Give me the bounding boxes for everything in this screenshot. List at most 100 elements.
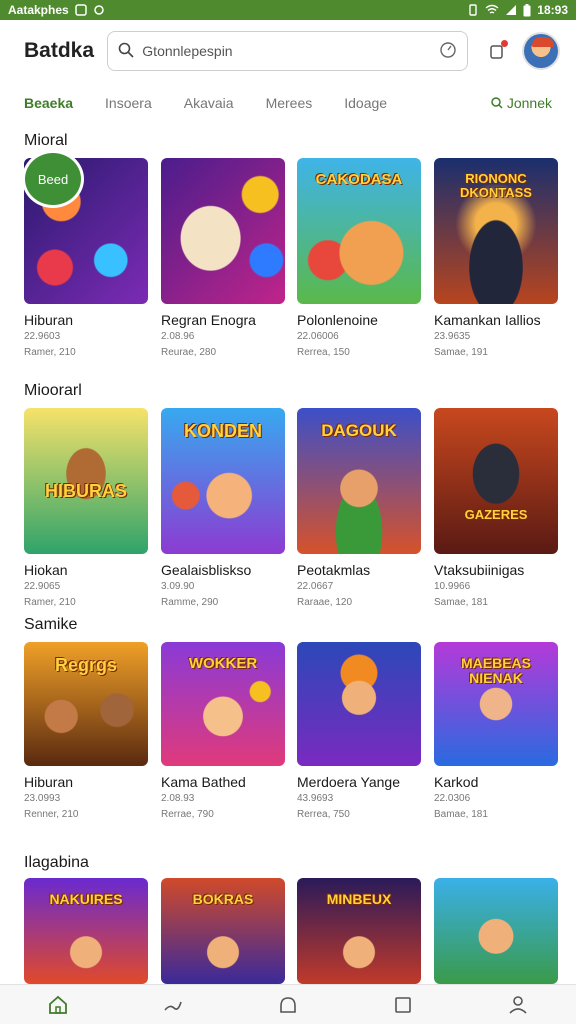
card-title: Vtaksubiinigas [434,562,525,578]
card-title: Hiburan [24,312,74,328]
card-meta: 22.06006 [297,331,339,342]
game-thumbnail: WOKKER [161,642,285,766]
tab-1[interactable]: Insoera [105,95,152,111]
thumbnail-art-text: BOKRAS [192,891,254,907]
game-thumbnail: RIONONC DKONTASS [434,158,558,304]
tab-0[interactable]: Beaeka [24,95,73,111]
category-tabs: Beaeka Insoera Akavaia Merees Idoage Jon… [0,86,576,120]
game-card[interactable]: Regrgs Hiburan 23.0993 Renner, 210 [24,642,148,820]
game-card[interactable]: WOKKER Kama Bathed 2.08.93 Rerrae, 790 [161,642,285,820]
thumbnail-art-text: DAGOUK [321,421,397,440]
game-card[interactable]: MINBEUX [297,878,421,984]
bottom-nav [0,984,576,1024]
game-thumbnail [434,878,558,984]
nav-profile[interactable] [498,985,538,1024]
status-app-text: Aatakphes [8,3,69,17]
card-meta: 10.9966 [434,581,471,592]
avatar[interactable] [522,32,560,70]
card-meta: 2.08.93 [161,793,195,804]
header: Batdka Gtonnlepespin [0,20,576,82]
more-link[interactable]: Jonnek [491,95,552,111]
card-title: Peotakmlas [297,562,371,578]
thumbnail-art-text: MAEBEAS NIENAK [460,655,531,686]
notification-dot [501,40,509,47]
game-thumbnail: Regrgs [24,642,148,766]
search-bar[interactable]: Gtonnlepespin [107,31,469,71]
app-title: Batdka [24,39,95,62]
card-title: Merdoera Yange [297,774,400,790]
game-card[interactable]: GAZERES Vtaksubiinigas 10.9966 Samae, 18… [434,408,558,608]
card-title: Hiokan [24,562,68,578]
thumbnail-art-text: Regrgs [54,655,117,675]
game-card[interactable]: CAKODASA Polonlenoine 22.06006 Rerrea, 1… [297,158,421,358]
game-thumbnail: DAGOUK [297,408,421,554]
notification-icon [74,4,87,16]
wifi-icon [485,4,499,16]
card-meta: 22.0306 [434,793,471,804]
voice-search-icon[interactable] [439,41,457,62]
thumbnail-art-text: GAZERES [464,507,528,522]
tab-3[interactable]: Merees [266,95,313,111]
thumbnail-art-text: RIONONC DKONTASS [460,171,532,200]
search-small-icon [491,97,503,109]
profile-icon [509,995,527,1014]
card-title: Regran Enogra [161,312,256,328]
card-title: Karkod [434,774,479,790]
game-card[interactable]: RIONONC DKONTASS Kamankan Iallios 23.963… [434,158,558,358]
game-card[interactable]: HIBURAS Hiokan 22.9065 Ramer, 210 [24,408,148,608]
card-meta: 23.9635 [434,331,471,342]
square-icon [395,996,411,1013]
tab-2[interactable]: Akavaia [184,95,234,111]
card-title: Gealaisbliskso [161,562,252,578]
game-card[interactable]: KONDEN Gealaisbliskso 3.09.90 Ramme, 290 [161,408,285,608]
tab-4[interactable]: Idoage [344,95,387,111]
gesture-icon [164,1001,182,1011]
card-sub: Ramer, 210 [24,347,76,358]
card-title: Kama Bathed [161,774,246,790]
game-thumbnail: CAKODASA [297,158,421,304]
nav-gesture[interactable] [153,985,193,1024]
notification-button[interactable] [486,40,509,62]
game-card[interactable]: BOKRAS [161,878,285,984]
search-icon [118,42,134,61]
card-title: Hiburan [24,774,74,790]
nav-circle[interactable] [268,985,308,1024]
vibrate-icon [467,4,479,16]
card-meta: 43.9693 [297,793,334,804]
card-sub: Samae, 181 [434,597,488,608]
game-thumbnail: KONDEN [161,408,285,554]
card-sub: Ramme, 290 [161,597,219,608]
thumbnail-art-text: CAKODASA [315,171,403,188]
game-card[interactable]: MAEBEAS NIENAK Karkod 22.0306 Bamae, 181 [434,642,558,820]
badge: Beed [22,150,84,208]
game-thumbnail: HIBURAS [24,408,148,554]
card-title: Kamankan Iallios [434,312,541,328]
card-meta: 3.09.90 [161,581,195,592]
card-sub: Rerrea, 150 [297,347,350,358]
card-sub: Rerrea, 750 [297,809,350,820]
game-card[interactable]: DAGOUK Peotakmlas 22.0667 Raraae, 120 [297,408,421,608]
game-thumbnail: BOKRAS [161,878,285,984]
card-sub: Renner, 210 [24,809,79,820]
game-card[interactable]: Merdoera Yange 43.9693 Rerrea, 750 [297,642,421,820]
game-card[interactable]: Regran Enogra 2.08.96 Reurae, 280 [161,158,285,358]
game-thumbnail [297,642,421,766]
status-bar: Aatakphes 18:93 [0,0,576,20]
section-title: Samike [24,616,78,633]
nav-home[interactable] [38,985,78,1024]
nav-square[interactable] [383,985,423,1024]
card-title: Polonlenoine [297,312,378,328]
card-sub: Raraae, 120 [297,597,353,608]
more-link-label: Jonnek [506,95,552,111]
card-meta: 22.0667 [297,581,334,592]
game-thumbnail [161,158,285,304]
circle-icon [280,996,296,1013]
card-sub: Samae, 191 [434,347,488,358]
game-card[interactable] [434,878,558,984]
card-sub: Ramer, 210 [24,597,76,608]
thumbnail-art-text: HIBURAS [44,481,127,501]
game-card[interactable]: NAKUIRES [24,878,148,984]
section-title: Ilagabina [24,854,89,871]
battery-icon [523,3,531,17]
search-input[interactable]: Gtonnlepespin [142,43,431,59]
